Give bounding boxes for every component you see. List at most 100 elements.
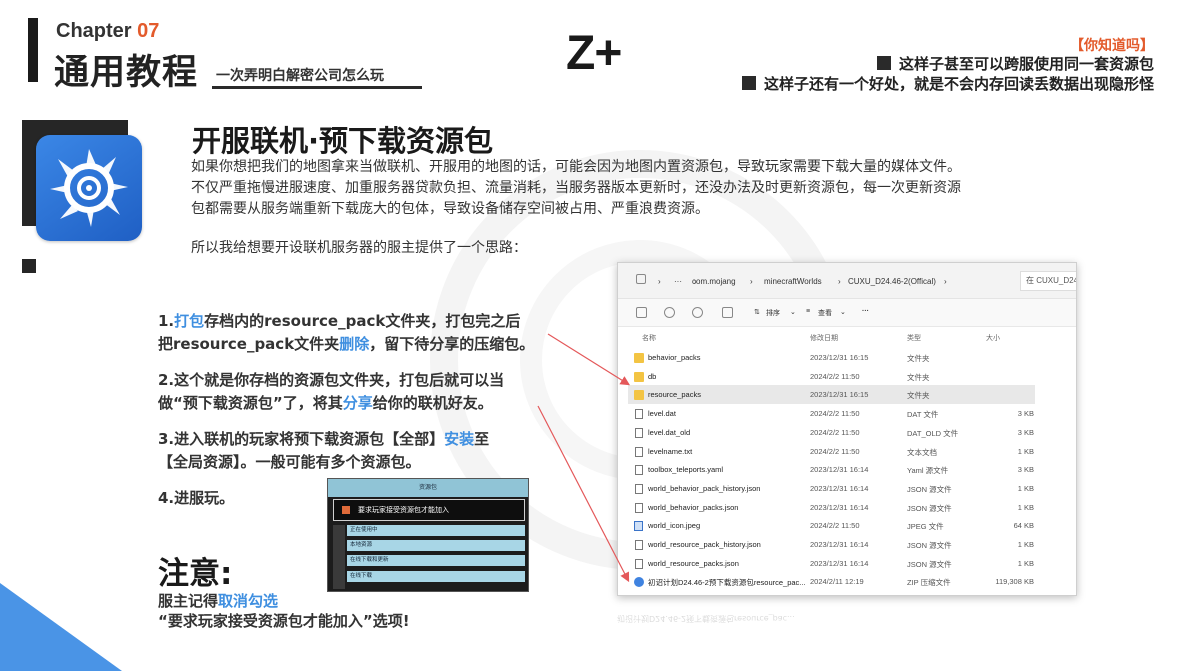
explorer-address-bar: › ··· › com.mojang › minecraftWorlds › C…	[618, 263, 1076, 299]
file-row[interactable]: world_behavior_pack_history.json 2023/12/…	[628, 479, 1035, 498]
trash-icon[interactable]	[722, 307, 733, 318]
explorer-column-header: 名称 修改日期 类型 大小	[618, 329, 1076, 347]
file-icon	[635, 465, 643, 476]
file-date: 2023/12/31 16:15	[810, 390, 869, 400]
file-row[interactable]: world_icon.jpeg 2024/2/2 11:50 JPEG 文件 64 K…	[628, 516, 1035, 535]
file-name: level.dat	[648, 409, 676, 419]
file-row[interactable]: db 2024/2/2 11:50 文件夹	[628, 367, 1035, 386]
chevron-down-icon[interactable]: ⌄	[840, 308, 846, 316]
file-row[interactable]: resource_packs 2023/12/31 16:15 文件夹	[628, 385, 1035, 405]
folder-icon	[634, 390, 644, 401]
file-type: JPEG 文件	[907, 522, 944, 532]
view-icon[interactable]: ≡	[806, 308, 810, 315]
file-date: 2023/12/31 16:14	[810, 483, 869, 493]
file-name: world_behavior_pack_history.json	[648, 483, 761, 493]
explorer-reflection: 初诏计划D24.46-2预下载资源包resource_pac...	[617, 614, 795, 623]
file-explorer-window: › ··· › com.mojang › minecraftWorlds › C…	[617, 262, 1077, 596]
file-date: 2024/2/2 11:50	[810, 427, 860, 437]
file-name: world_resource_pack_history.json	[648, 540, 761, 549]
col-name[interactable]: 名称	[642, 333, 656, 343]
image-file-icon	[634, 521, 643, 532]
file-size: 1 KB	[1017, 540, 1034, 549]
file-size: 1 KB	[1017, 483, 1034, 493]
corner-triangle	[0, 583, 122, 671]
file-row[interactable]: world_resource_pack_history.json 2023/12/…	[628, 535, 1035, 554]
file-name: db	[648, 371, 657, 381]
breadcrumb-com-mojang[interactable]: com.mojang	[692, 277, 736, 286]
chevron-right-icon: ›	[944, 277, 947, 286]
file-name: resource_packs	[648, 390, 701, 400]
file-type: JSON 源文件	[907, 503, 952, 513]
copy-icon[interactable]	[636, 307, 647, 318]
mc-row-online-update[interactable]: 在线下载和更新	[347, 555, 525, 566]
mc-dialog-header: 资源包	[328, 479, 528, 497]
breadcrumb-minecraftworlds[interactable]: minecraftWorlds	[764, 277, 822, 286]
file-icon	[635, 409, 643, 420]
chevron-right-icon: ›	[838, 277, 841, 286]
file-row[interactable]: level.dat_old 2024/2/2 11:50 DAT_OLD 文件 3 K…	[628, 423, 1035, 442]
col-size[interactable]: 大小	[986, 333, 1000, 343]
col-date[interactable]: 修改日期	[810, 333, 838, 343]
file-date: 2023/12/31 16:14	[810, 558, 869, 568]
intro-paragraph-1: 如果你想把我们的地图拿来当做联机、开服用的地图的话，可能会因为地图内置资源包，导…	[191, 159, 961, 175]
breadcrumb-world-folder[interactable]: CUXU_D24.46-2(Offical)	[848, 277, 936, 286]
decor-square	[22, 259, 36, 273]
intro-paragraph-3: 包都需要从服务端重新下载庞大的包体，导致设备储存空间被占用、严重浪费资源。	[191, 201, 709, 217]
file-type: 文本文档	[907, 447, 937, 457]
checkbox-icon[interactable]	[342, 506, 350, 514]
file-type: 文件夹	[907, 391, 930, 401]
file-row[interactable]: levelname.txt 2024/2/2 11:50 文本文档 1 KB	[628, 442, 1035, 461]
file-date: 2024/2/11 12:19	[810, 577, 864, 587]
share-icon[interactable]	[692, 307, 703, 318]
more-button[interactable]: ···	[862, 308, 869, 315]
explorer-search-input[interactable]: 在 CUXU_D24	[1020, 271, 1076, 291]
rename-icon[interactable]	[664, 307, 675, 318]
explorer-toolbar: ⇅ 排序 ⌄ ≡ 查看 ⌄ ···	[618, 299, 1076, 327]
step-3: 3.进入联机的玩家将预下载资源包【全部】安装至 【全局资源】。一般可能有多个资源…	[158, 430, 490, 471]
file-row[interactable]: world_resource_packs.json 2023/12/31 16:1…	[628, 554, 1035, 573]
note-title: 注意:	[158, 556, 233, 592]
file-icon	[635, 427, 643, 438]
file-row[interactable]: world_behavior_packs.json 2023/12/31 16:1…	[628, 498, 1035, 517]
page-subtitle: 一次弄明白解密公司怎么玩	[212, 65, 422, 89]
chapter-label: Chapter 07	[56, 20, 160, 42]
file-type: JSON 源文件	[907, 559, 952, 569]
file-type: JSON 源文件	[907, 541, 952, 550]
file-name: levelname.txt	[648, 446, 693, 456]
chevron-down-icon[interactable]: ⌄	[790, 308, 796, 316]
col-type[interactable]: 类型	[907, 333, 921, 343]
file-name: toolbox_teleports.yaml	[648, 465, 724, 475]
monitor-icon[interactable]	[636, 274, 646, 284]
mc-row-local[interactable]: 本地资源	[347, 540, 525, 551]
zip-file-icon	[634, 577, 644, 588]
sort-button[interactable]: 排序	[766, 308, 780, 318]
chevron-right-icon: ›	[658, 277, 661, 286]
chevron-right-icon: ›	[750, 277, 753, 286]
file-size: 3 KB	[1017, 409, 1034, 419]
mc-row-online[interactable]: 在线下载	[347, 571, 525, 582]
file-size: 3 KB	[1017, 465, 1034, 475]
resource-pack-icon	[36, 135, 142, 241]
note-line-2: “要求玩家接受资源包才能加入”选项!	[158, 612, 410, 630]
file-name: world_icon.jpeg	[648, 521, 701, 531]
file-name: world_resource_packs.json	[648, 558, 739, 568]
mc-require-pack-toggle[interactable]: 要求玩家接受资源包才能加入	[333, 499, 525, 521]
section-title: 开服联机·预下载资源包	[192, 124, 494, 158]
file-name: 初诏计划D24.46-2预下载资源包resource_pac...	[648, 578, 806, 588]
bullet-square-icon	[876, 56, 891, 70]
breadcrumb-more[interactable]: ···	[674, 277, 682, 286]
file-date: 2024/2/2 11:50	[810, 371, 860, 381]
header-accent-bar	[28, 18, 38, 82]
file-type: JSON 源文件	[907, 484, 952, 494]
file-icon	[635, 502, 643, 513]
file-row[interactable]: toolbox_teleports.yaml 2023/12/31 16:14 Ya…	[628, 460, 1035, 479]
sort-icon[interactable]: ⇅	[754, 308, 760, 316]
view-button[interactable]: 查看	[818, 308, 832, 318]
mc-row-active[interactable]: 正在使用中	[347, 525, 525, 536]
file-row[interactable]: behavior_packs 2023/12/31 16:15 文件夹	[628, 348, 1035, 367]
file-icon	[635, 558, 643, 569]
file-row[interactable]: level.dat 2024/2/2 11:50 DAT 文件 3 KB	[628, 404, 1035, 423]
file-row[interactable]: 初诏计划D24.46-2预下载资源包resource_pac... 2024/2/…	[628, 572, 1035, 591]
intro-paragraph-4: 所以我给想要开设联机服务器的服主提供了一个思路：	[191, 240, 527, 256]
file-type: DAT 文件	[907, 410, 939, 420]
